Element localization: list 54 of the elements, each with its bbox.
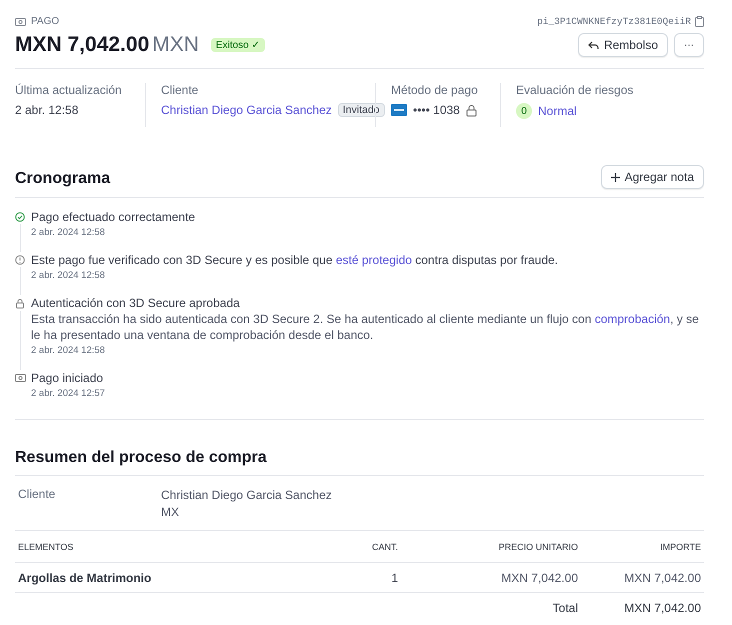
event-link[interactable]: comprobación [594,312,670,326]
column-header: IMPORTE [659,542,701,552]
copy-icon[interactable] [695,16,704,26]
event-title: Este pago fue verificado con 3D Secure y es posible que esté protegido contra disputas por fraude. [31,252,560,268]
add-note-button[interactable]: Agregar nota [600,165,704,189]
event-title: Autenticación con 3D Secure aprobada [31,295,241,311]
customer-link[interactable]: Christian Diego Garcia Sanchez [161,103,332,117]
customer-detail: Christian Diego Garcia Sanchez [161,487,332,504]
payment-icon [15,16,26,26]
event-time: 2 abr. 2024 12:58 [31,270,106,281]
total-value: MXN 7,042.00 [623,601,701,615]
info-icon [15,255,25,265]
page-label: PAGO [31,16,60,26]
section-title: Resumen del proceso de compra [15,449,267,466]
column-header: CANT. [370,542,398,552]
risk-link[interactable]: Normal [538,104,577,118]
section-title: Cronograma [15,170,110,188]
event-title: Pago efectuado correctamente [31,209,196,225]
payment-id: pi_3P1CWNKNEfzyTz381E0QeiiR [537,16,691,26]
summary-value: 2 abr. 12:58 [15,103,78,117]
refund-button[interactable]: Rembolso [578,33,668,57]
amount: MXN 7,042.00 [15,33,150,57]
currency: MXN [152,33,199,57]
event-time: 2 abr. 2024 12:58 [31,227,106,238]
lock-icon [466,104,477,116]
guest-badge: Invitado [338,103,385,117]
summary-label: Evaluación de riesgos [516,83,634,97]
risk-score: 0 [516,103,532,119]
total-label: Total [552,601,578,615]
event-time: 2 abr. 2024 12:57 [31,388,106,399]
card-number: •••• 1038 [413,103,460,117]
undo-icon [588,40,599,50]
check-circle-icon [15,212,25,222]
summary-label: Última actualización [15,83,123,97]
plus-icon [610,172,620,182]
customer-label: Cliente [18,487,56,503]
summary-label: Método de pago [391,83,479,97]
table-cell-text: 1 [390,570,398,584]
table-cell-text: Argollas de Matrimonio [18,570,152,584]
column-header: PRECIO UNITARIO [498,542,578,552]
card-icon [391,104,407,116]
event-time: 2 abr. 2024 12:58 [31,345,106,356]
lock-icon [15,298,25,309]
summary-label: Cliente [161,83,200,97]
event-title: Pago iniciado [31,370,104,386]
column-header: ELEMENTOS [18,542,74,552]
customer-detail: MX [161,504,180,521]
event-description: Esta transacción ha sido autenticada con 3D Secure 2. Se ha autenticado al cliente mediante un flujo con comprobación, y se le ha presentado una ventana de comprobación desde el banco. [31,311,700,343]
payment-icon [14,373,26,382]
status-badge: Exitoso ✓ [210,38,264,52]
more-button[interactable]: ··· [674,33,704,57]
table-cell-text: MXN 7,042.00 [623,570,701,584]
event-link[interactable]: esté protegido [336,253,412,267]
table-cell-text: MXN 7,042.00 [500,570,578,584]
